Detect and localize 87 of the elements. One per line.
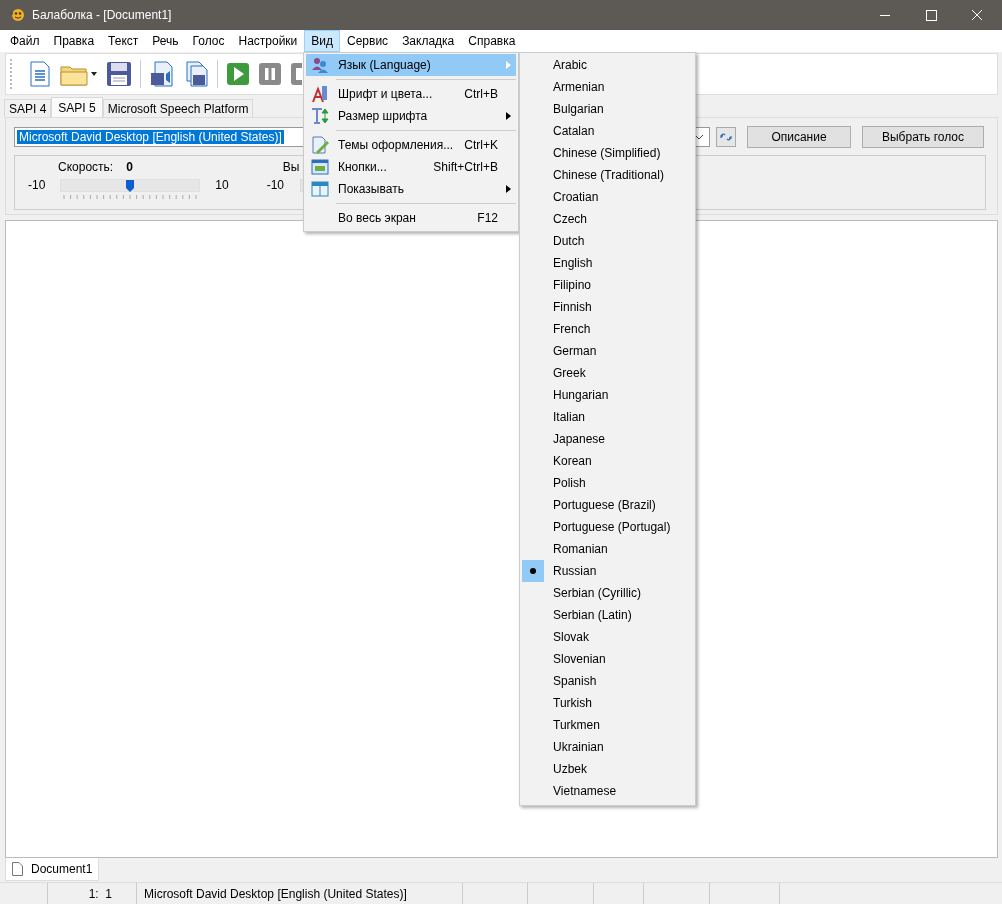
language-option[interactable]: English <box>522 252 693 274</box>
language-option[interactable]: Slovak <box>522 626 693 648</box>
menu-item[interactable]: Сервис <box>340 30 396 52</box>
speed-value: 0 <box>126 160 133 174</box>
language-option[interactable]: Japanese <box>522 428 693 450</box>
slider-label: Вы <box>282 160 300 174</box>
language-option[interactable]: Czech <box>522 208 693 230</box>
language-option[interactable]: Chinese (Simplified) <box>522 142 693 164</box>
shortcut-label: Ctrl+K <box>464 138 498 152</box>
menu-item[interactable]: Текст <box>101 30 146 52</box>
language-option[interactable]: Serbian (Cyrillic) <box>522 582 693 604</box>
view-menu-entry[interactable]: Во весь экран F12 <box>306 207 516 229</box>
language-option[interactable]: Polish <box>522 472 693 494</box>
layout-icon <box>311 180 329 198</box>
engine-tab[interactable]: SAPI 4 <box>4 99 52 117</box>
language-option[interactable]: Greek <box>522 362 693 384</box>
menu-item[interactable]: Голос <box>185 30 232 52</box>
choose-voice-button[interactable]: Выбрать голос <box>862 126 984 148</box>
engine-tab[interactable]: Microsoft Speech Platform <box>102 99 254 117</box>
menu-item[interactable]: Справка <box>461 30 523 52</box>
people-icon <box>311 56 329 74</box>
language-option[interactable]: Uzbek <box>522 758 693 780</box>
window-title: Балаболка - [Document1] <box>32 8 172 22</box>
language-option[interactable]: Filipino <box>522 274 693 296</box>
language-option[interactable]: Portuguese (Portugal) <box>522 516 693 538</box>
language-option[interactable]: Catalan <box>522 120 693 142</box>
document-tab-label: Document1 <box>31 862 93 876</box>
language-option[interactable]: Slovenian <box>522 648 693 670</box>
menu-item[interactable]: Правка <box>46 30 102 52</box>
window-icon <box>311 158 329 176</box>
menu-item[interactable]: Файл <box>3 30 47 52</box>
language-option[interactable]: Portuguese (Brazil) <box>522 494 693 516</box>
menu-item[interactable]: Закладка <box>395 30 462 52</box>
min-label: -10 <box>266 178 285 192</box>
language-option[interactable]: Korean <box>522 450 693 472</box>
max-label: 10 <box>215 178 229 192</box>
shortcut-label: Shift+Ctrl+B <box>433 160 498 174</box>
language-option[interactable]: Finnish <box>522 296 693 318</box>
cursor-position: 1: 1 <box>48 883 137 904</box>
shortcut-label: Ctrl+B <box>464 87 498 101</box>
language-option[interactable]: Arabic <box>522 54 693 76</box>
menu-item[interactable]: Речь <box>145 30 186 52</box>
language-option[interactable]: Dutch <box>522 230 693 252</box>
menu-item[interactable]: Вид <box>304 30 341 52</box>
language-option[interactable]: Chinese (Traditional) <box>522 164 693 186</box>
shortcut-label: F12 <box>477 211 498 225</box>
description-button[interactable]: Описание <box>747 126 851 148</box>
language-option[interactable]: Armenian <box>522 76 693 98</box>
text-size-icon <box>311 107 329 125</box>
language-option[interactable]: Bulgarian <box>522 98 693 120</box>
view-menu-entry[interactable]: Кнопки... Shift+Ctrl+B <box>306 156 516 178</box>
view-menu-entry[interactable]: Показывать <box>306 178 516 200</box>
language-option[interactable]: Vietnamese <box>522 780 693 802</box>
engine-tab[interactable]: SAPI 5 <box>51 97 103 117</box>
language-option[interactable]: Croatian <box>522 186 693 208</box>
view-menu-entry[interactable]: Язык (Language) <box>306 54 516 76</box>
language-option[interactable]: French <box>522 318 693 340</box>
document-tab[interactable]: Document1 <box>5 858 100 881</box>
pencil-icon <box>311 136 329 154</box>
language-option[interactable]: Turkmen <box>522 714 693 736</box>
language-option[interactable]: German <box>522 340 693 362</box>
language-option[interactable]: Spanish <box>522 670 693 692</box>
language-option[interactable]: Serbian (Latin) <box>522 604 693 626</box>
refresh-icon[interactable] <box>716 127 736 147</box>
view-menu-entry[interactable]: Шрифт и цвета... Ctrl+B <box>306 83 516 105</box>
play-icon[interactable] <box>226 62 250 86</box>
language-option[interactable]: Hungarian <box>522 384 693 406</box>
language-option[interactable]: Italian <box>522 406 693 428</box>
language-option[interactable]: Ukrainian <box>522 736 693 758</box>
language-option[interactable]: Romanian <box>522 538 693 560</box>
page-icon <box>12 862 23 876</box>
language-option[interactable]: Russian <box>522 560 693 582</box>
language-option[interactable]: Turkish <box>522 692 693 714</box>
document-icon[interactable] <box>28 61 52 87</box>
smiley-icon <box>8 8 26 22</box>
bullet-icon <box>530 568 536 574</box>
view-menu-entry[interactable]: Размер шрифта <box>306 105 516 127</box>
audio-file-icon[interactable] <box>149 61 175 87</box>
pause-icon[interactable] <box>258 62 282 86</box>
speed-label: Скорость: <box>58 160 114 174</box>
status-voice: Microsoft David Desktop [English (United States)] <box>137 883 463 904</box>
min-label: -10 <box>28 178 46 192</box>
slider-thumb[interactable] <box>125 180 136 192</box>
view-menu-entry[interactable]: Темы оформления... Ctrl+K <box>306 134 516 156</box>
audio-files-icon[interactable] <box>183 61 209 87</box>
menu-item[interactable]: Настройки <box>231 30 305 52</box>
font-icon <box>311 85 329 103</box>
